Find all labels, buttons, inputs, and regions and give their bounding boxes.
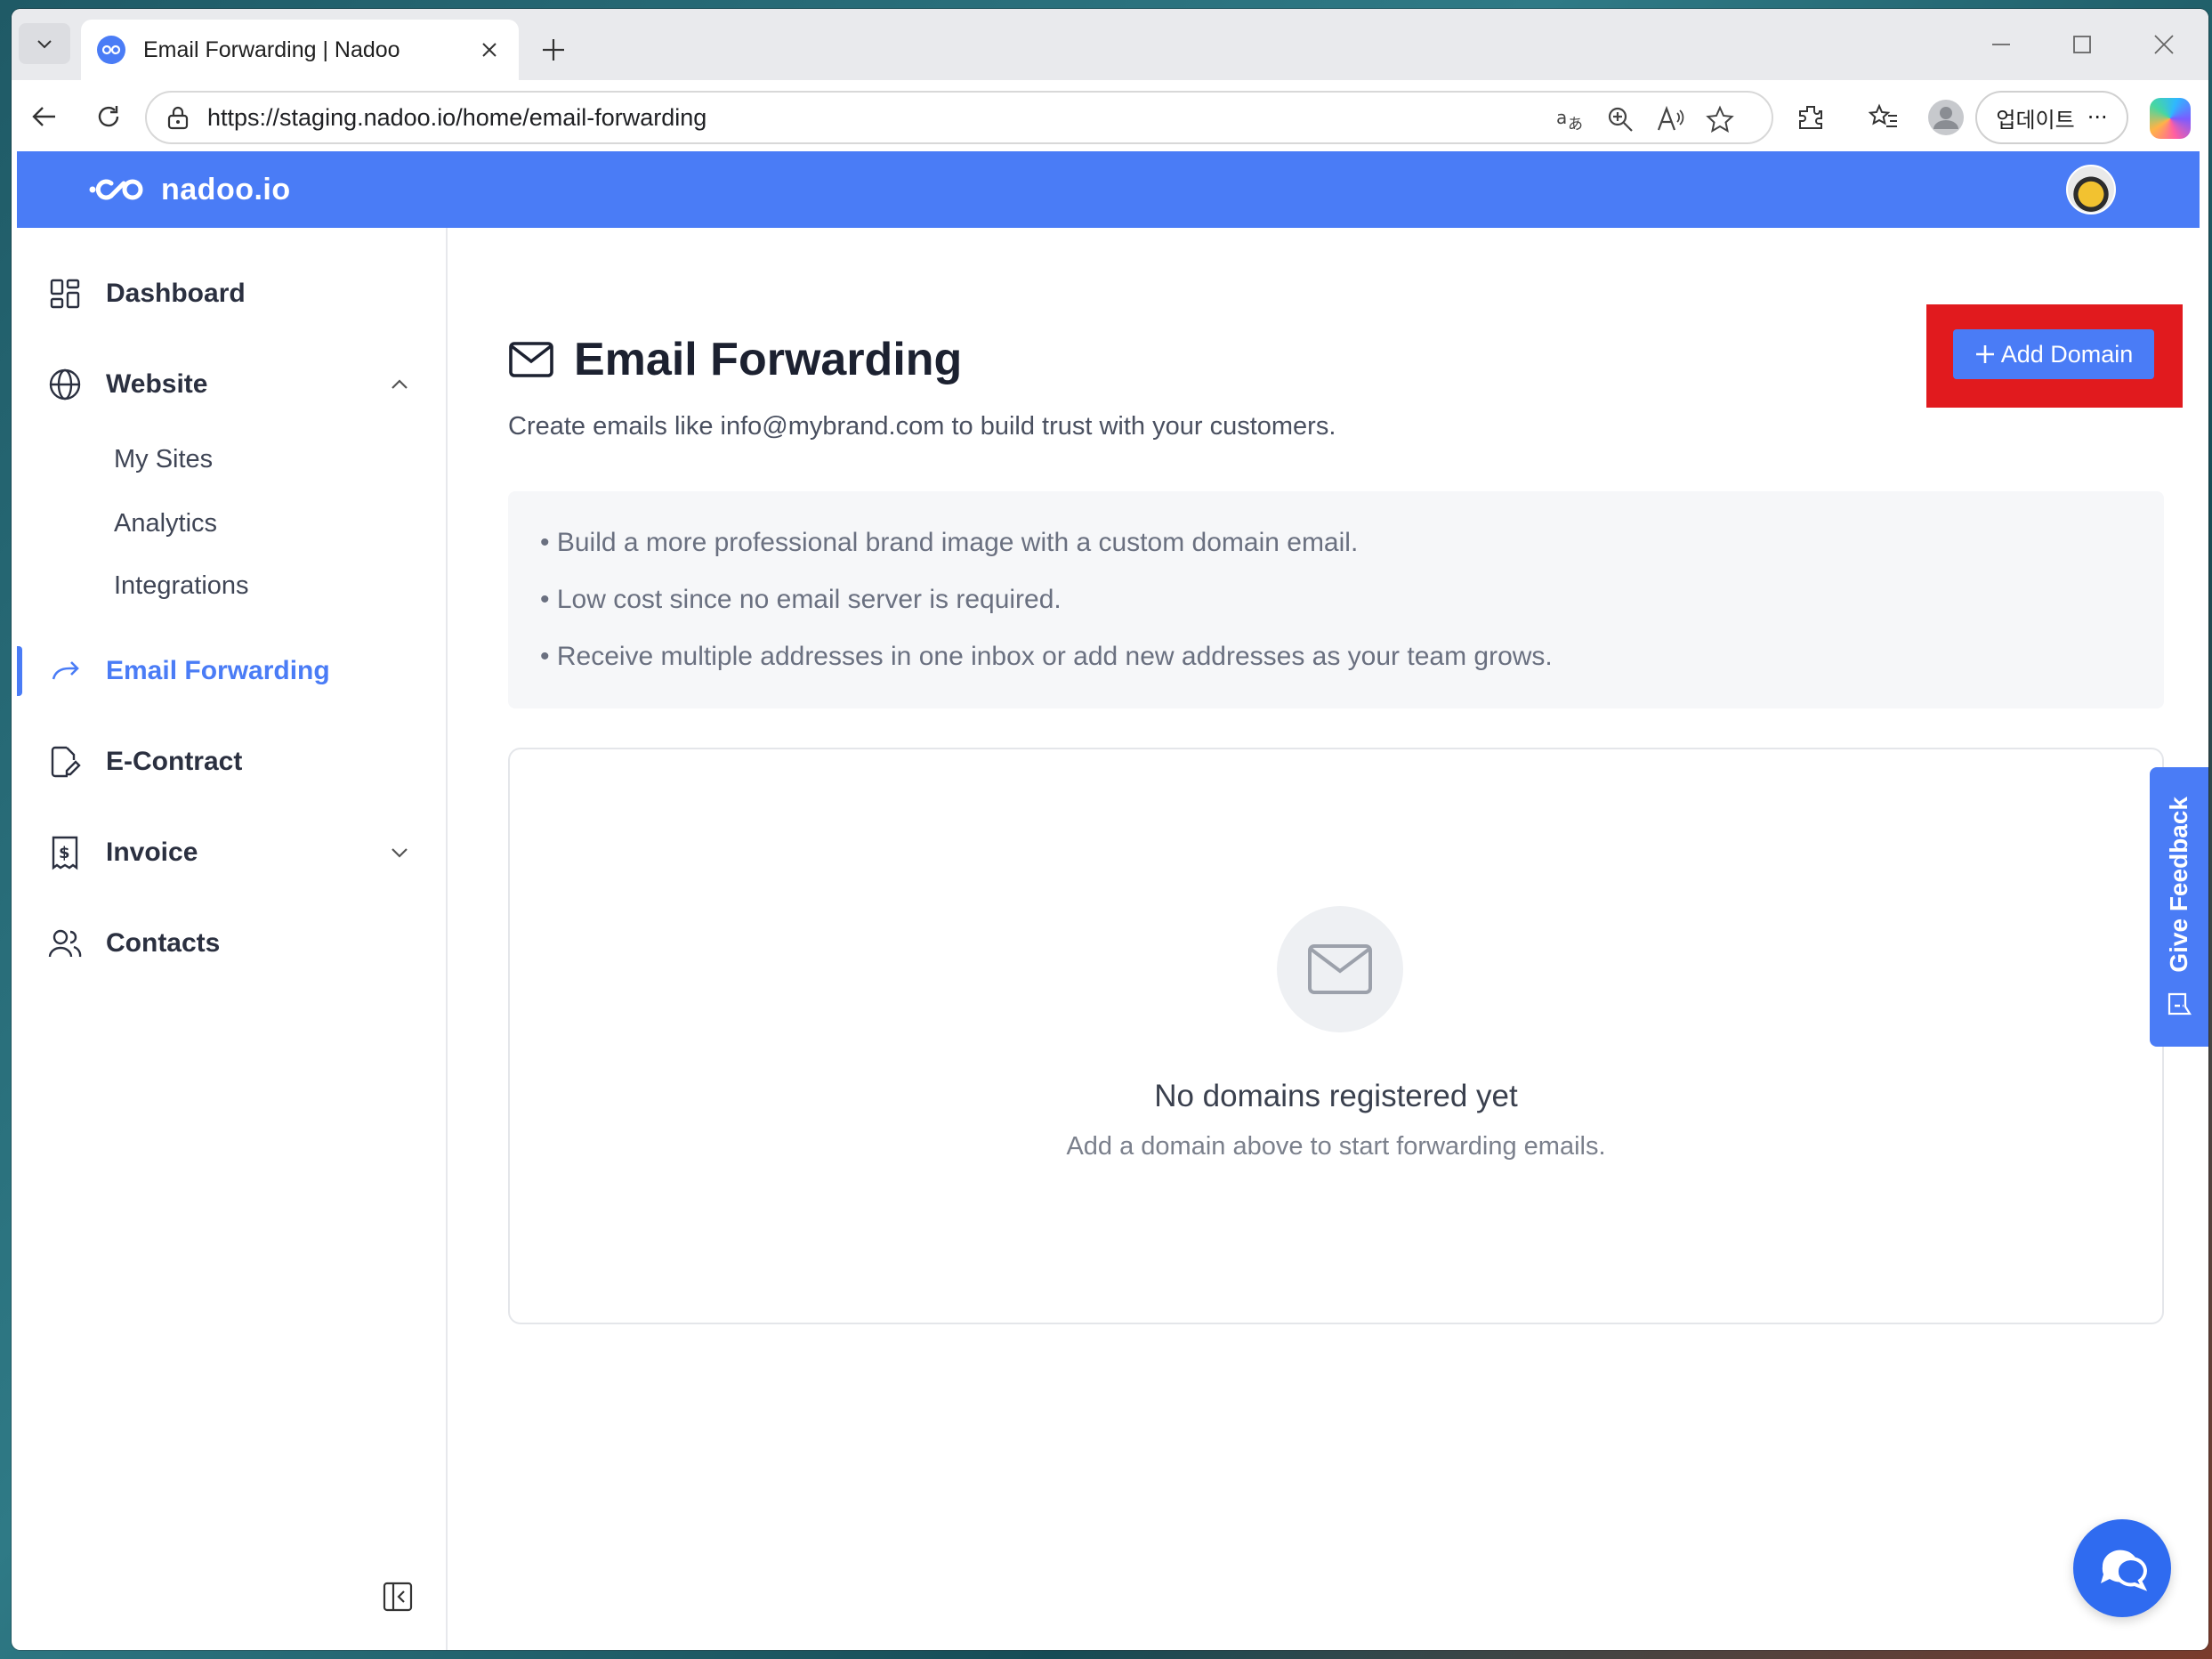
tab-close-icon[interactable] <box>476 36 503 63</box>
sidebar-subitem-integrations[interactable]: Integrations <box>114 571 249 601</box>
back-button[interactable] <box>24 96 65 137</box>
url-text: https://staging.nadoo.io/home/email-forw… <box>207 103 707 131</box>
chat-bubble-icon <box>2101 1550 2148 1591</box>
close-icon <box>2154 35 2174 54</box>
mail-icon <box>509 342 553 377</box>
chat-support-button[interactable] <box>2073 1519 2171 1617</box>
contacts-icon <box>45 924 85 963</box>
chevron-down-icon[interactable] <box>383 837 416 869</box>
invoice-icon: $ <box>45 833 85 872</box>
favorites-icon[interactable] <box>1864 98 1903 137</box>
benefit-item: • Build a more professional brand image … <box>540 528 1359 557</box>
brand-name: nadoo.io <box>161 172 291 206</box>
add-domain-button[interactable]: Add Domain <box>1953 329 2154 379</box>
benefit-item: • Receive multiple addresses in one inbo… <box>540 642 1553 671</box>
contract-icon <box>45 742 85 781</box>
empty-state-message: Add a domain above to start forwarding e… <box>1066 1132 1606 1161</box>
browser-toolbar: https://staging.nadoo.io/home/email-forw… <box>12 80 2208 151</box>
forward-arrow-icon <box>45 651 85 691</box>
page-title: Email Forwarding <box>508 333 962 386</box>
sidebar-item-label: Contacts <box>106 928 221 958</box>
tab-title: Email Forwarding | Nadoo <box>143 36 400 62</box>
copilot-icon[interactable] <box>2150 98 2191 139</box>
tab-actions-button[interactable] <box>19 23 70 64</box>
sidebar-item-label: Dashboard <box>106 279 246 308</box>
globe-icon <box>45 365 85 404</box>
minimize-button[interactable] <box>1974 27 2028 62</box>
reload-button[interactable] <box>88 96 129 137</box>
collapse-sidebar-button[interactable] <box>380 1579 416 1614</box>
zoom-icon[interactable] <box>1602 101 1638 137</box>
sidebar-item-invoice[interactable]: $ Invoice <box>17 824 446 881</box>
tab-strip: Email Forwarding | Nadoo <box>12 9 2208 80</box>
browser-window: Email Forwarding | Nadoo https://staging… <box>12 9 2208 1650</box>
domains-empty-state: No domains registered yet Add a domain a… <box>508 748 2164 1324</box>
lock-icon <box>167 106 189 130</box>
sidebar-subitem-analytics[interactable]: Analytics <box>114 509 217 538</box>
favorite-star-icon[interactable] <box>1702 101 1738 137</box>
sidebar-item-label: Website <box>106 369 208 399</box>
sidebar-item-label: E-Contract <box>106 747 243 776</box>
app-header: nadoo.io <box>17 151 2200 228</box>
plus-icon <box>543 39 564 61</box>
new-tab-button[interactable] <box>532 28 575 71</box>
address-bar[interactable]: https://staging.nadoo.io/home/email-forw… <box>145 91 1773 144</box>
page-title-text: Email Forwarding <box>574 334 963 385</box>
svg-text:$: $ <box>59 844 70 862</box>
user-avatar[interactable] <box>2066 165 2116 214</box>
nadoo-favicon-icon <box>97 36 125 64</box>
sidebar-collapse-icon <box>383 1582 413 1612</box>
benefit-item: • Low cost since no email server is requ… <box>540 585 1062 614</box>
give-feedback-tab[interactable]: Give Feedback <box>2150 767 2208 1047</box>
sidebar-subitem-my-sites[interactable]: My Sites <box>114 445 213 474</box>
nadoo-logo-icon <box>89 179 143 200</box>
feedback-label: Give Feedback <box>2165 797 2192 973</box>
browser-tab[interactable]: Email Forwarding | Nadoo <box>81 20 519 80</box>
reload-icon <box>98 106 119 127</box>
empty-state-title: No domains registered yet <box>1154 1079 1518 1113</box>
main-content: Email Forwarding Create emails like info… <box>448 228 2205 1650</box>
translate-icon[interactable]: aあ <box>1553 101 1588 137</box>
extensions-icon[interactable] <box>1791 98 1830 137</box>
close-window-button[interactable] <box>2137 27 2191 62</box>
chevron-up-icon[interactable] <box>383 368 416 401</box>
sidebar-item-e-contract[interactable]: E-Contract <box>17 733 446 790</box>
sidebar-item-dashboard[interactable]: Dashboard <box>17 265 446 322</box>
empty-mail-icon <box>1277 906 1403 1032</box>
sidebar-item-label: Invoice <box>106 838 198 867</box>
svg-text:あ: あ <box>1568 116 1583 133</box>
back-arrow-icon <box>32 107 55 126</box>
more-options-icon: ··· <box>2087 105 2108 130</box>
svg-text:a: a <box>1556 107 1567 128</box>
update-label: 업데이트 <box>1996 107 2075 133</box>
sidebar-item-email-forwarding[interactable]: Email Forwarding <box>17 643 446 700</box>
benefits-box: • Build a more professional brand image … <box>508 491 2164 708</box>
maximize-button[interactable] <box>2055 27 2109 62</box>
sidebar-item-contacts[interactable]: Contacts <box>17 915 446 972</box>
profile-avatar-icon[interactable] <box>1926 98 1966 137</box>
update-button[interactable]: 업데이트 ··· <box>1975 91 2128 144</box>
minimize-icon <box>1992 44 2010 45</box>
feedback-icon <box>2168 992 2192 1015</box>
brand-logo[interactable]: nadoo.io <box>88 173 291 207</box>
add-domain-label: Add Domain <box>2000 340 2134 368</box>
sidebar: Dashboard Website My Sites Analytics Int… <box>17 228 448 1650</box>
sidebar-item-label: Email Forwarding <box>106 656 330 685</box>
read-aloud-icon[interactable] <box>1652 101 1688 137</box>
chevron-down-icon <box>37 40 52 49</box>
dashboard-icon <box>45 274 85 313</box>
maximize-icon <box>2073 36 2091 53</box>
plus-icon <box>1975 345 1994 363</box>
sidebar-item-website[interactable]: Website <box>17 356 446 413</box>
page-subtitle: Create emails like info@mybrand.com to b… <box>508 412 1336 441</box>
